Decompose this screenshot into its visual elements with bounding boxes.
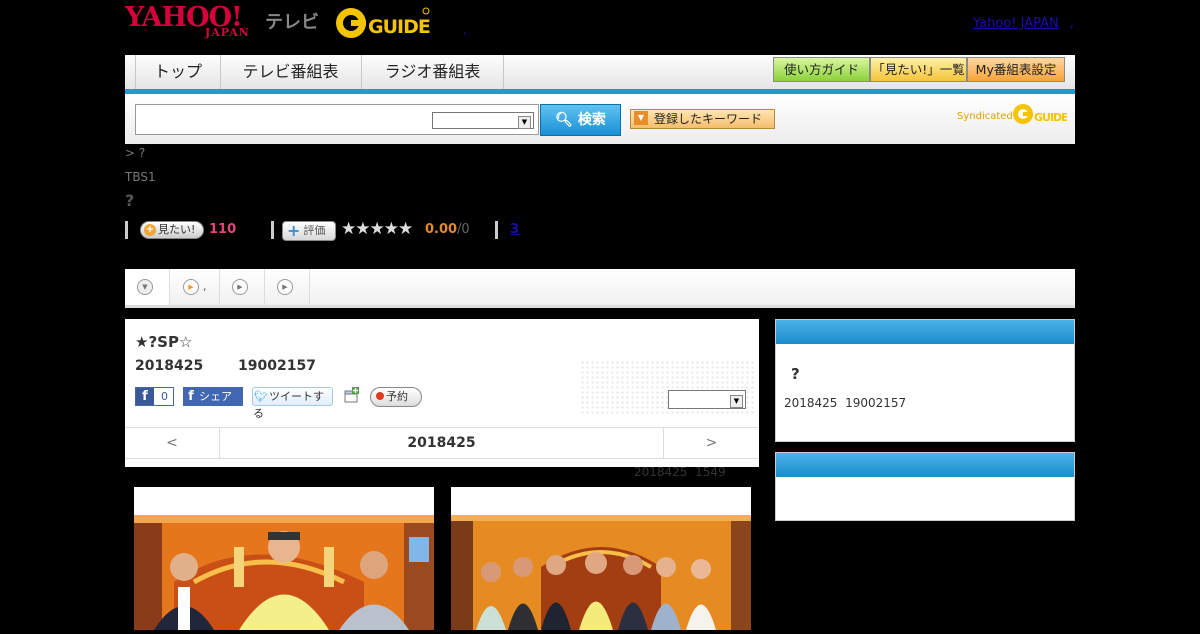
facebook-share-label: シェア (199, 390, 232, 403)
main-nav: トップ テレビ番組表 ラジオ番組表 使い方ガイド 「見たい!」一覧 My番組表設… (125, 55, 1075, 89)
pager-next[interactable]: > (663, 428, 759, 458)
rating-score: 0.00 (425, 222, 458, 237)
facebook-icon: f (188, 389, 194, 404)
search-button-label: 検索 (577, 112, 606, 128)
program-title: ★?SP☆ (135, 333, 193, 351)
pager-prev[interactable]: < (125, 428, 220, 458)
tweet-button[interactable]: 🐦︎ツイートする (252, 387, 333, 420)
search-category-select[interactable]: ▼ (432, 112, 534, 129)
sidebar-program-time: 19002157 (845, 396, 907, 410)
gguide-logo[interactable]: GUIDE (335, 6, 431, 40)
play-icon: ▶ (183, 279, 199, 295)
search-button[interactable]: 🔍︎ 検索 (540, 104, 621, 136)
page-title: ? (125, 191, 135, 210)
tab-1[interactable]: ▼ (125, 269, 170, 305)
twitter-icon: 🐦︎ (254, 390, 268, 403)
saved-keywords-button[interactable]: ▼ 登録したキーワード (630, 109, 775, 129)
header-separator-right: , (1070, 16, 1074, 30)
content-tabs: ▼ ▶ , ▶ ▶ (125, 269, 1075, 308)
mitai-label: 見たい! (158, 223, 196, 236)
last-updated-date: 2018425 (634, 465, 688, 479)
rating-stars: ★★★★★ (341, 219, 413, 239)
record-icon (376, 392, 384, 400)
saved-keywords-label: 登録したキーワード (654, 112, 763, 126)
sidebar-box-2-header (776, 453, 1074, 477)
play-icon: ▶ (277, 279, 293, 295)
reserve-label: 予約 (386, 390, 408, 403)
program-date: 2018425 (135, 358, 204, 374)
mitai-list-button[interactable]: 「見たい!」一覧 (870, 57, 967, 82)
last-updated-time: 1549 (695, 465, 726, 479)
station-name: TBS1 (125, 170, 156, 184)
tab-2-label: , (203, 280, 207, 293)
plus-icon: + (144, 224, 156, 236)
tab-3[interactable]: ▶ (220, 269, 265, 305)
facebook-icon: f (136, 388, 154, 405)
mitai-count: 110 (209, 222, 237, 237)
my-schedule-settings-button[interactable]: My番組表設定 (967, 57, 1065, 82)
facebook-share-button[interactable]: f シェア (183, 387, 243, 406)
syndicated-label: Syndicated (957, 111, 1013, 122)
rating-count: /0 (457, 222, 470, 237)
calendar-add-icon[interactable] (343, 387, 360, 404)
svg-text:GUIDE: GUIDE (368, 16, 430, 38)
divider (125, 221, 128, 239)
sidebar-program-date: 2018425 (784, 396, 838, 410)
search-icon: 🔍︎ (555, 112, 573, 128)
header-separator: , (463, 24, 467, 37)
tab-radio-schedule[interactable]: ラジオ番組表 (362, 55, 504, 89)
chevron-down-icon: ▼ (634, 111, 648, 125)
tab-2[interactable]: ▶ , (170, 269, 220, 305)
divider (271, 221, 274, 239)
facebook-like-button[interactable]: f 0 (135, 387, 174, 406)
divider (495, 221, 498, 239)
chevron-down-icon: ▼ (137, 279, 153, 295)
rating-label: 評価 (303, 224, 326, 237)
sidebar-box-1-header (776, 320, 1074, 344)
tab-tv-schedule[interactable]: テレビ番組表 (220, 55, 362, 89)
mitai-button[interactable]: + 見たい! (140, 221, 204, 239)
yahoo-japan-logo-text: JAPAN (205, 26, 250, 39)
review-count-link[interactable]: 3 (510, 222, 519, 237)
reserve-button[interactable]: 予約 (370, 387, 422, 407)
sidebar-program-title: ? (791, 365, 800, 383)
date-pager: < 2018425 > (125, 427, 759, 459)
sidebar-box-1: ? 2018425 19002157 (775, 319, 1075, 442)
sidebar-box-2 (775, 452, 1075, 521)
rating-button[interactable]: + 評価 (282, 221, 336, 241)
svg-text:GUIDE: GUIDE (1034, 111, 1067, 124)
pager-date: 2018425 (407, 435, 476, 451)
plus-icon: + (287, 221, 301, 240)
breadcrumb[interactable]: > ? (125, 146, 145, 160)
program-photo-1[interactable] (134, 487, 434, 630)
sidebar-program-datetime: 2018425 19002157 (784, 396, 906, 410)
yahoo-japan-link[interactable]: Yahoo! JAPAN (973, 16, 1059, 31)
usage-guide-button[interactable]: 使い方ガイド (773, 57, 870, 82)
last-updated: 2018425 1549 (634, 465, 726, 479)
tv-logo-text: テレビ (265, 12, 319, 33)
tab-top[interactable]: トップ (135, 55, 221, 89)
tab-4[interactable]: ▶ (265, 269, 310, 305)
chevron-down-icon: ▼ (518, 116, 531, 129)
chevron-down-icon: ▼ (730, 395, 743, 408)
facebook-like-count: 0 (161, 390, 168, 403)
program-photo-2[interactable] (451, 487, 751, 630)
play-icon: ▶ (232, 279, 248, 295)
program-time: 19002157 (238, 358, 316, 374)
program-option-select[interactable]: ▼ (668, 390, 746, 409)
syndicated-gguide-logo: GUIDE (1012, 102, 1069, 126)
